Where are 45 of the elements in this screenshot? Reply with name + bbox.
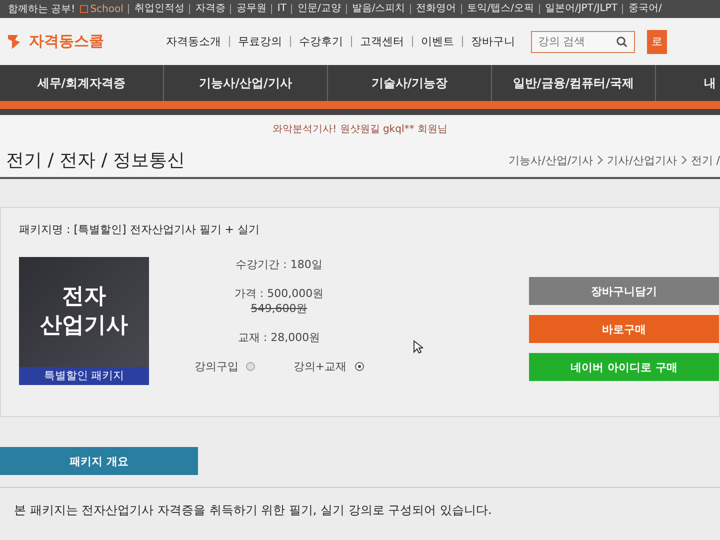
category-tab[interactable]: 내 xyxy=(656,65,720,101)
marquee-text: 와악분석기사! 원샷원길 gkql** 회원님 xyxy=(272,123,448,136)
purchase-button[interactable]: 장바구니담기 xyxy=(529,277,719,305)
overview-tab[interactable]: 패키지 개요 xyxy=(0,447,198,475)
search-field[interactable]: 강의 검색 xyxy=(531,30,635,52)
overview-text: 본 패키지는 전자산업기사 자격증을 취득하기 위한 필기, 실기 강의로 구성되어 있습니다. xyxy=(14,502,493,519)
top-bar-link[interactable]: IT xyxy=(271,4,286,14)
chevron-right-icon xyxy=(680,155,687,165)
top-bar-link[interactable]: 토익/텝스/오픽 xyxy=(461,4,534,14)
radio-button[interactable] xyxy=(246,362,256,371)
school-link[interactable]: School xyxy=(80,4,124,14)
header-menu-link[interactable]: 고객센터 xyxy=(351,36,404,47)
header-menu-link[interactable]: 장바구니 xyxy=(462,36,515,47)
top-bar-link[interactable]: 공무원 xyxy=(230,4,266,14)
top-bar-link[interactable]: 자격증 xyxy=(189,4,226,14)
breadcrumb-link[interactable]: 전기 / xyxy=(690,152,720,168)
top-bar-link[interactable]: 일본어/JPT/JLPT xyxy=(538,4,618,14)
package-name: 패키지명 : [특별할인] 전자산업기사 필기 + 실기 xyxy=(19,222,260,237)
breadcrumb-link[interactable]: 기사/산업기사 xyxy=(607,152,677,168)
option-label: 강의구입 xyxy=(194,359,238,374)
header-menu-link[interactable]: 자격동소개 xyxy=(166,34,221,49)
header-menu-link[interactable]: 무료강의 xyxy=(229,36,282,47)
top-bar-link[interactable]: 전화영어 xyxy=(410,4,456,14)
top-bar-link[interactable]: 중국어/ xyxy=(622,4,662,14)
school-logo-icon xyxy=(80,5,88,13)
cover-ribbon: 특별할인 패키지 xyxy=(19,367,149,385)
top-bar-link[interactable]: 취업인적성 xyxy=(128,4,184,14)
top-bar-link[interactable]: 발음/스피치 xyxy=(346,4,406,14)
old-price-text: 549,600원 xyxy=(250,301,308,316)
cover-title: 전자 xyxy=(62,283,106,312)
period-text: 수강기간 : 180일 xyxy=(236,257,322,272)
search-icon[interactable] xyxy=(616,36,628,48)
chevron-right-icon xyxy=(597,155,604,165)
breadcrumb-link[interactable]: 기능사/산업/기사 xyxy=(508,152,594,168)
top-bar-link[interactable]: 인문/교양 xyxy=(291,4,341,14)
book-price-text: 교재 : 28,000원 xyxy=(238,330,320,345)
header-menu-link[interactable]: 이벤트 xyxy=(412,36,454,47)
top-bar-lead: 함께하는 공부! xyxy=(8,3,76,16)
radio-button[interactable] xyxy=(354,362,364,371)
price-text: 가격 : 500,000원 xyxy=(234,286,324,301)
mouse-cursor-icon xyxy=(413,340,423,354)
option-label: 강의+교재 xyxy=(293,359,347,374)
cover-title: 산업기사 xyxy=(40,312,128,340)
header-menu-link[interactable]: 수강후기 xyxy=(290,36,343,47)
page-title: 전기 / 전자 / 정보통신 xyxy=(6,149,186,172)
